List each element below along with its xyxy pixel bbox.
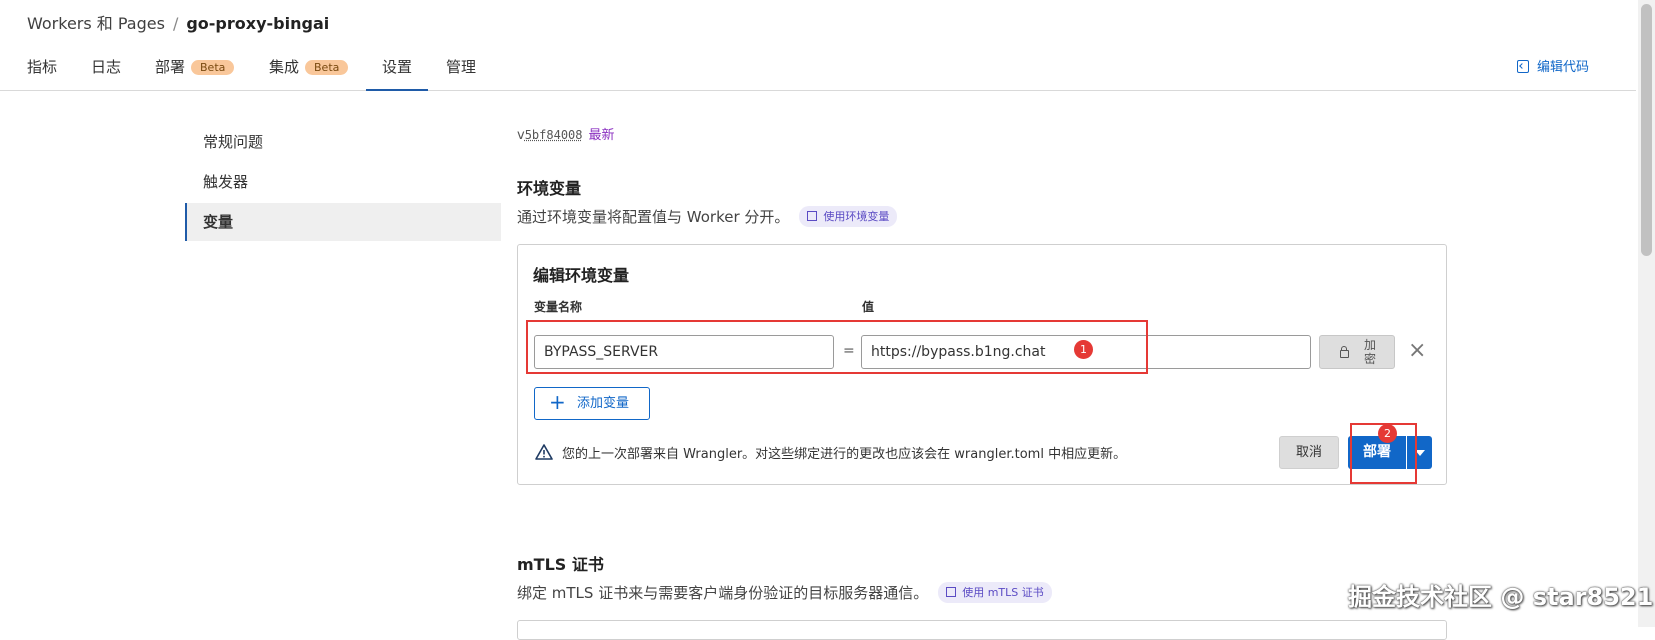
encrypt-button[interactable]: 加密 — [1319, 335, 1395, 369]
code-icon — [1516, 60, 1529, 73]
tab-manage[interactable]: 管理 — [446, 56, 476, 77]
var-name-column-label: 变量名称 — [534, 300, 583, 314]
env-doc-link-label: 使用环境变量 — [823, 210, 890, 223]
var-value-column-label: 值 — [862, 300, 875, 314]
book-icon — [946, 587, 957, 597]
lock-icon — [1340, 346, 1349, 358]
version-info: v5bf84008 最新 — [517, 124, 615, 143]
mtls-doc-link-label: 使用 mTLS 证书 — [962, 586, 1044, 599]
tab-settings[interactable]: 设置 — [365, 56, 429, 91]
breadcrumb: Workers 和 Pages / go-proxy-bingai — [27, 10, 329, 34]
version-hash[interactable]: 5bf84008 — [525, 128, 583, 142]
annotation-mark-1: 1 — [1074, 340, 1093, 359]
sidebar-item-general[interactable]: 常规问题 — [185, 123, 501, 161]
tab-label: 部署 — [155, 58, 186, 76]
mtls-doc-link[interactable]: 使用 mTLS 证书 — [938, 582, 1052, 603]
annotation-mark-2: 2 — [1378, 424, 1397, 443]
tab-deployments[interactable]: 部署 Beta — [155, 56, 235, 77]
mtls-section-desc: 绑定 mTLS 证书来与需要客户端身份验证的目标服务器通信。 使用 mTLS 证书 — [517, 582, 1052, 603]
breadcrumb-current: go-proxy-bingai — [186, 14, 330, 33]
beta-badge: Beta — [191, 60, 235, 75]
edit-code-link[interactable]: 编辑代码 — [1516, 56, 1589, 75]
book-icon — [807, 211, 818, 221]
tab-logs[interactable]: 日志 — [91, 56, 121, 77]
tab-label: 管理 — [446, 58, 477, 76]
add-variable-label: 添加变量 — [577, 396, 630, 411]
tab-label: 设置 — [382, 58, 413, 76]
add-variable-button[interactable]: + 添加变量 — [534, 387, 650, 420]
plus-icon: + — [549, 390, 566, 414]
mtls-section-title: mTLS 证书 — [517, 555, 604, 574]
tab-label: 集成 — [269, 58, 300, 76]
tab-bar: 指标 日志 部署 Beta 集成 Beta 设置 管理 — [0, 40, 1636, 91]
sidebar-item-label: 常规问题 — [203, 133, 264, 151]
mtls-desc-text: 绑定 mTLS 证书来与需要客户端身份验证的目标服务器通信。 — [517, 584, 929, 602]
version-latest-badge: 最新 — [588, 128, 615, 143]
beta-badge: Beta — [305, 60, 349, 75]
annotation-box-1 — [526, 320, 1148, 374]
edit-code-label: 编辑代码 — [1536, 60, 1589, 75]
env-section-desc: 通过环境变量将配置值与 Worker 分开。 使用环境变量 — [517, 206, 898, 227]
env-card-title: 编辑环境变量 — [533, 266, 630, 285]
cancel-button[interactable]: 取消 — [1279, 436, 1339, 469]
tab-metrics[interactable]: 指标 — [27, 56, 57, 77]
tab-label: 指标 — [27, 58, 58, 76]
sidebar-item-triggers[interactable]: 触发器 — [185, 163, 501, 201]
sidebar-item-label: 变量 — [203, 213, 234, 231]
tab-label: 日志 — [91, 58, 122, 76]
env-desc-text: 通过环境变量将配置值与 Worker 分开。 — [517, 208, 790, 226]
sidebar-item-label: 触发器 — [203, 173, 249, 191]
sidebar-item-variables[interactable]: 变量 — [185, 203, 501, 241]
scrollbar-thumb[interactable] — [1641, 4, 1652, 256]
watermark: 掘金技术社区 @ star8521 — [1348, 583, 1654, 611]
env-section-title: 环境变量 — [517, 179, 582, 198]
breadcrumb-parent[interactable]: Workers 和 Pages — [27, 14, 165, 33]
close-icon[interactable]: × — [1408, 340, 1426, 362]
tab-integrations[interactable]: 集成 Beta — [269, 56, 349, 77]
wrangler-warning-text: 您的上一次部署来自 Wrangler。对这些绑定进行的更改也应该会在 wrang… — [562, 447, 1127, 462]
encrypt-label: 加密 — [1363, 338, 1376, 366]
mtls-card — [517, 620, 1447, 640]
env-doc-link[interactable]: 使用环境变量 — [799, 206, 898, 227]
warning-icon — [535, 444, 553, 460]
version-prefix: v — [517, 128, 525, 143]
breadcrumb-separator: / — [172, 14, 179, 33]
